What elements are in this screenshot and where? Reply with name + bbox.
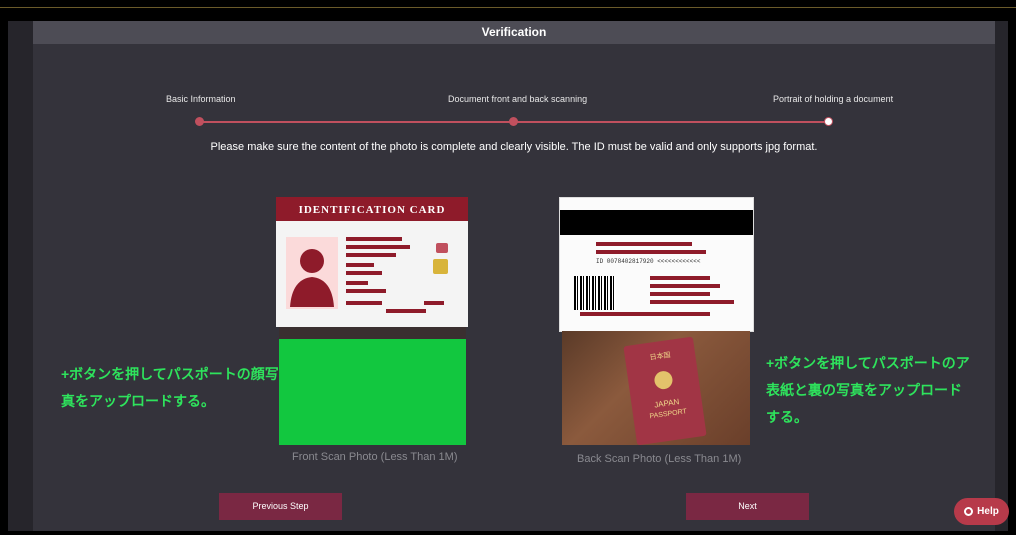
back-note-line-2: 表紙と裏の写真をアップロード bbox=[766, 382, 962, 398]
step-label-portrait: Portrait of holding a document bbox=[773, 94, 894, 104]
chrysanthemum-emblem-icon bbox=[653, 369, 674, 391]
step-label-document-scanning: Document front and back scanning bbox=[448, 94, 588, 104]
previous-step-button[interactable]: Previous Step bbox=[219, 493, 342, 520]
verification-panel: Verification Basic Information Document … bbox=[33, 21, 995, 531]
back-upload-photo[interactable]: 日本国 JAPAN PASSPORT bbox=[562, 331, 750, 446]
step-dot-2 bbox=[509, 117, 518, 126]
front-note-line-1: +ボタンを押してパスポートの顔写 bbox=[61, 366, 279, 382]
back-sample-image: ID 0078402817920 <<<<<<<<<<<< bbox=[559, 197, 754, 332]
chat-bubble-icon bbox=[964, 507, 974, 516]
back-note-line-3: する。 bbox=[766, 409, 808, 425]
card-mark-icon bbox=[436, 243, 448, 253]
card-title: IDENTIFICATION CARD bbox=[276, 197, 468, 221]
back-scan-caption: Back Scan Photo (Less Than 1M) bbox=[577, 453, 742, 465]
front-sample-image: IDENTIFICATION CARD bbox=[276, 197, 468, 327]
front-upload-note: +ボタンを押してパスポートの顔写 真をアップロードする。 bbox=[61, 361, 279, 415]
passport-cover: 日本国 JAPAN PASSPORT bbox=[623, 336, 707, 446]
portrait-placeholder-icon bbox=[286, 237, 338, 309]
step-dot-3-current bbox=[824, 117, 833, 126]
front-note-line-2: 真をアップロードする。 bbox=[61, 393, 215, 409]
passport-country: 日本国 bbox=[649, 351, 672, 362]
front-scan-caption: Front Scan Photo (Less Than 1M) bbox=[292, 451, 458, 463]
card-chip-icon bbox=[433, 259, 448, 274]
barcode-icon bbox=[574, 276, 616, 310]
help-button[interactable]: Help bbox=[954, 498, 1009, 525]
top-divider bbox=[0, 7, 1016, 8]
page-title: Verification bbox=[33, 21, 995, 44]
back-upload-note: +ボタンを押してパスポートのア 表紙と裏の写真をアップロード する。 bbox=[766, 350, 970, 431]
step-label-basic-information: Basic Information bbox=[166, 94, 236, 104]
front-photo-edge bbox=[279, 327, 466, 339]
help-label: Help bbox=[977, 506, 999, 517]
id-number: ID 0078402817920 <<<<<<<<<<<< bbox=[596, 258, 701, 265]
next-button[interactable]: Next bbox=[686, 493, 809, 520]
magnetic-stripe bbox=[560, 210, 753, 235]
back-note-line-1: +ボタンを押してパスポートのア bbox=[766, 355, 970, 371]
front-upload-area[interactable] bbox=[279, 339, 466, 445]
step-dot-1 bbox=[195, 117, 204, 126]
instruction-text: Please make sure the content of the phot… bbox=[210, 141, 818, 153]
